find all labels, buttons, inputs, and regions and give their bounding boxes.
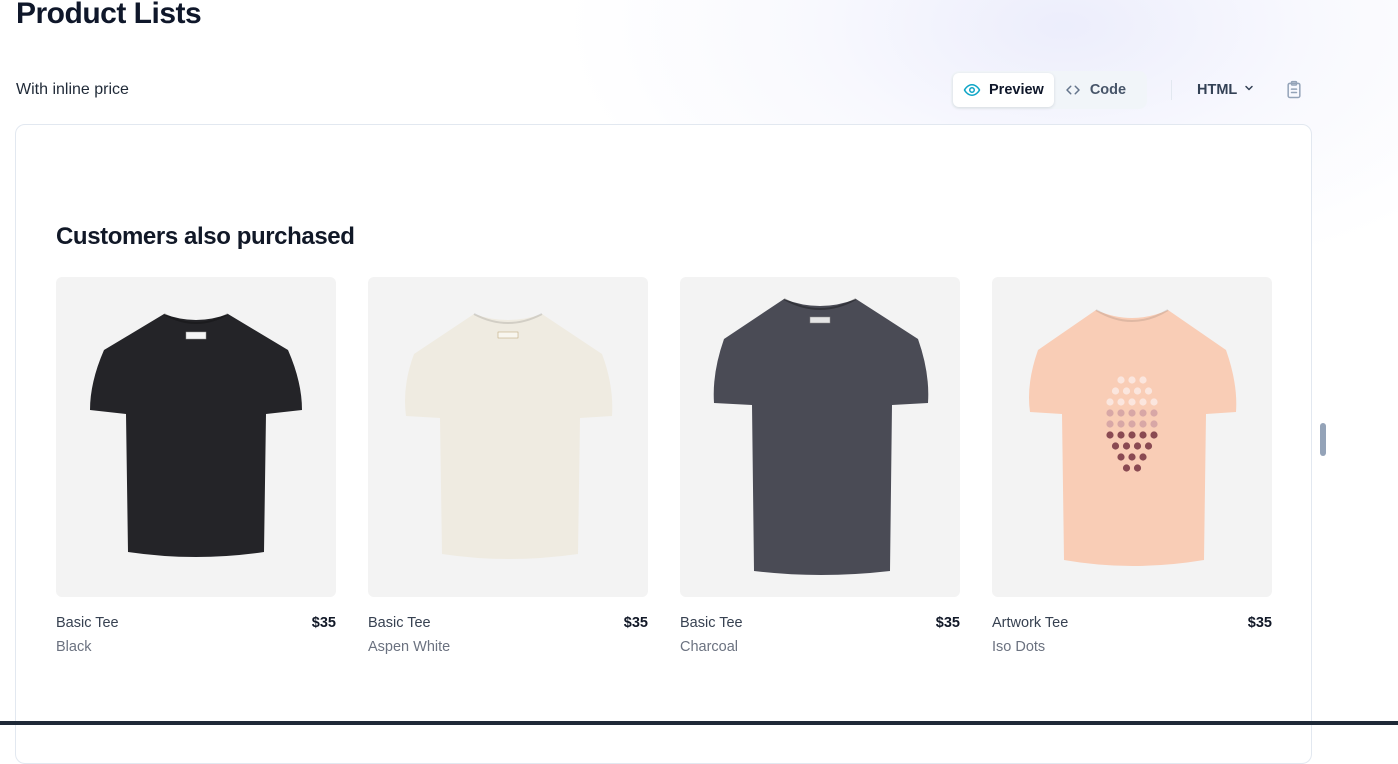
eye-icon [963,81,981,99]
print-dot [1144,442,1153,450]
print-dot [1111,387,1120,395]
print-dot [1128,398,1136,406]
print-dot [1139,420,1147,428]
product-image[interactable] [680,277,960,597]
product-name[interactable]: Artwork Tee [992,615,1068,631]
product-price: $35 [311,615,336,631]
product-card[interactable]: Basic Tee $35 Aspen White [368,277,648,663]
product-card[interactable]: Basic Tee $35 Black [56,277,336,663]
copy-code-button[interactable] [1284,80,1304,100]
print-dot [1144,387,1153,395]
print-dot [1106,409,1114,417]
code-tab-label: Code [1089,82,1127,98]
preview-tab[interactable]: Preview [953,73,1054,107]
print-dot [1150,398,1158,406]
chevron-down-icon [1243,82,1255,98]
scrollbar-thumb[interactable] [1320,423,1326,456]
print-dot [1117,453,1125,461]
product-color: Aspen White [368,639,451,655]
product-price: $35 [623,615,648,631]
print-dot [1106,431,1114,439]
print-dot [1122,464,1131,472]
print-dot [1128,376,1136,384]
product-color: Charcoal [680,639,739,655]
print-dot [1150,431,1158,439]
product-color: Black [56,639,92,655]
product-price: $35 [935,615,960,631]
clipboard-icon [1284,80,1304,104]
product-image[interactable] [368,277,648,597]
view-toggle: Preview Code [951,71,1147,109]
product-price: $35 [1247,615,1272,631]
tshirt-icon [713,298,929,575]
product-image[interactable] [56,277,336,597]
print-dot [1139,398,1147,406]
product-name[interactable]: Basic Tee [368,615,431,631]
product-name[interactable]: Basic Tee [680,615,743,631]
code-brackets-icon [1064,81,1082,99]
print-dot [1150,409,1158,417]
tshirt-icon [90,313,302,557]
print-dot [1133,387,1142,395]
print-dot [1139,431,1147,439]
language-select-value: HTML [1197,82,1238,98]
print-dot [1139,453,1147,461]
product-card[interactable]: Basic Tee $35 Charcoal [680,277,960,663]
print-dot [1117,420,1125,428]
language-select[interactable]: HTML [1197,80,1255,100]
print-dot [1122,442,1131,450]
section-heading: Customers also purchased [56,223,355,250]
bottom-edge [0,721,1398,725]
preview-tab-label: Preview [989,82,1044,98]
print-dot [1128,420,1136,428]
print-dot [1117,398,1125,406]
toolbar-divider [1171,80,1172,100]
print-dot [1117,409,1125,417]
print-dot [1128,453,1136,461]
print-dot [1117,431,1125,439]
example-subtitle: With inline price [16,81,129,98]
code-tab[interactable]: Code [1054,73,1136,107]
print-dot [1106,420,1114,428]
print-dot [1111,442,1120,450]
print-dot [1133,464,1142,472]
product-card[interactable]: Artwork Tee $35 Iso Dots [992,277,1272,663]
tshirt-icon [405,313,613,559]
product-name[interactable]: Basic Tee [56,615,119,631]
product-image[interactable] [992,277,1272,597]
print-dot [1122,387,1131,395]
print-dot [1128,409,1136,417]
print-dot [1117,376,1125,384]
print-dot [1139,409,1147,417]
tshirt-icon [1029,309,1237,566]
print-dot [1150,420,1158,428]
print-dot [1133,442,1142,450]
product-color: Iso Dots [992,639,1046,655]
print-dot [1106,398,1114,406]
print-dot [1139,376,1147,384]
print-dot [1128,431,1136,439]
page-title: Product Lists [16,0,202,30]
